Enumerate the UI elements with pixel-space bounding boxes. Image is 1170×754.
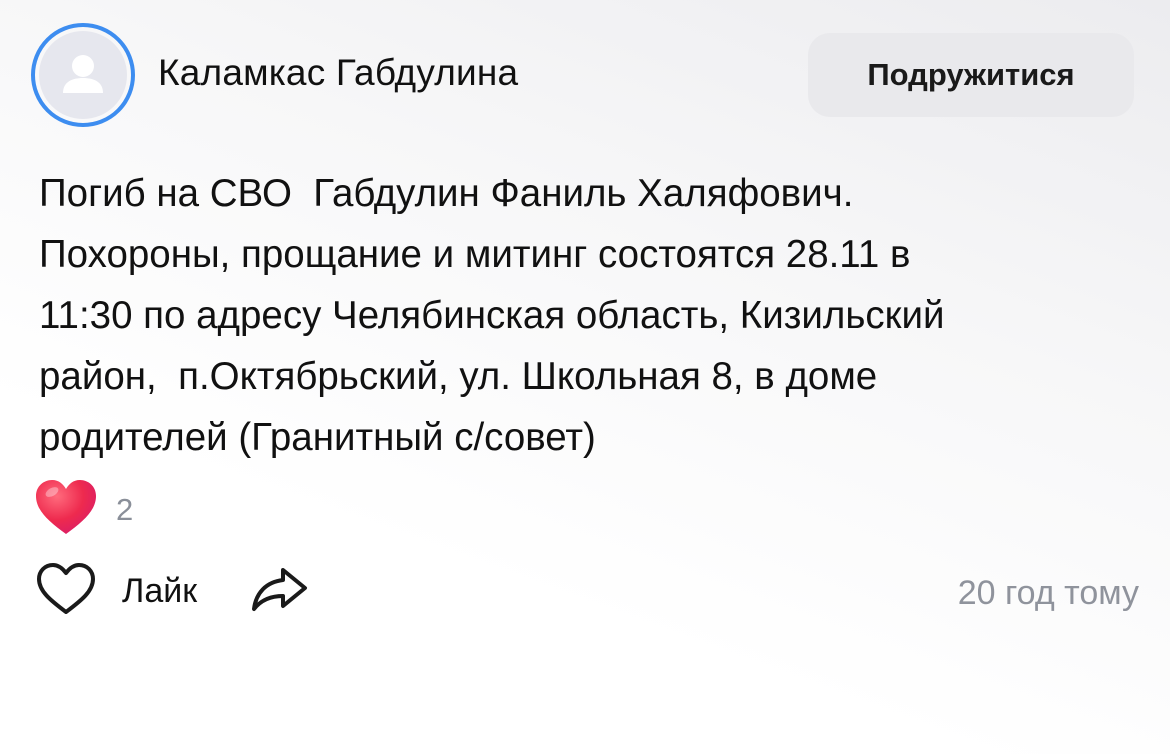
post-text: Погиб на СВО Габдулин Фаниль Халяфович. … <box>39 172 945 459</box>
share-arrow-icon <box>249 564 309 619</box>
reactions-summary[interactable]: 2 <box>34 478 133 541</box>
like-label: Лайк <box>122 572 198 610</box>
author-avatar[interactable] <box>31 23 135 127</box>
post-timestamp: 20 год тому <box>957 574 1139 612</box>
post-card: Каламкас Габдулина Подружитися Погиб на … <box>0 0 1170 754</box>
like-button[interactable]: Лайк <box>36 562 197 621</box>
heart-reaction-icon <box>34 478 98 541</box>
heart-outline-icon <box>36 562 96 621</box>
share-button[interactable] <box>249 564 309 619</box>
post-actions: Лайк <box>36 562 309 621</box>
author-name[interactable]: Каламкас Габдулина <box>158 52 518 94</box>
reaction-count: 2 <box>116 491 134 527</box>
add-friend-button[interactable]: Подружитися <box>808 33 1134 117</box>
user-silhouette-icon <box>39 31 127 119</box>
